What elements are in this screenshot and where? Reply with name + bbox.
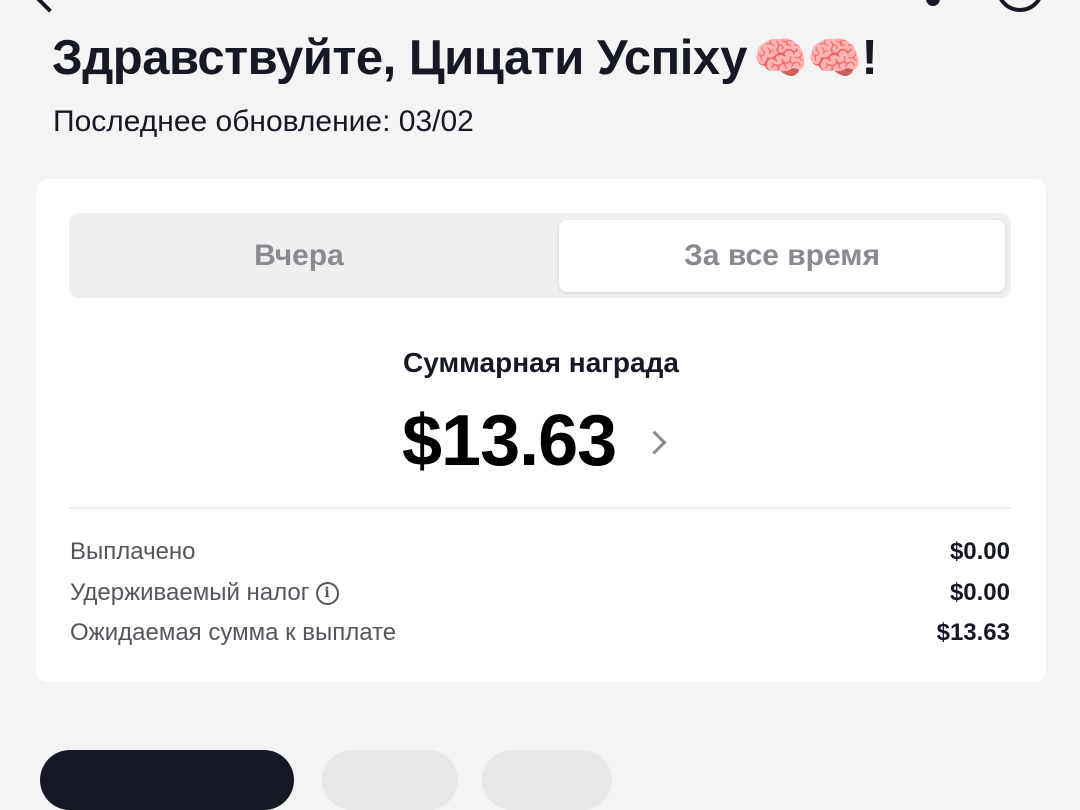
total-reward-link[interactable]: $13.63 bbox=[402, 399, 667, 483]
expected-value: $13.63 bbox=[936, 619, 1010, 646]
paid-label: Выплачено bbox=[70, 538, 196, 565]
greeting-title: Здравствуйте, Цицати Успіху 🧠🧠 ! bbox=[52, 30, 878, 86]
tab-all-time[interactable]: За все время bbox=[559, 220, 1005, 292]
tax-label-wrap: Удерживаемый налог i bbox=[70, 579, 339, 607]
greeting-text: Здравствуйте, Цицати Успіху bbox=[52, 31, 747, 85]
filter-pill-1[interactable] bbox=[40, 750, 294, 810]
last-update-text: Последнее обновление: 03/02 bbox=[53, 105, 474, 138]
breakdown-row-paid: Выплачено $0.00 bbox=[70, 535, 1010, 569]
period-segmented-control: Вчера За все время bbox=[69, 213, 1011, 298]
breakdown-row-expected: Ожидаемая сумма к выплате $13.63 bbox=[70, 616, 1010, 650]
tax-value: $0.00 bbox=[949, 579, 1010, 606]
back-icon[interactable] bbox=[33, 0, 65, 13]
filter-pill-3[interactable] bbox=[482, 750, 612, 810]
info-icon[interactable]: i bbox=[315, 581, 339, 605]
breakdown-row-tax: Удерживаемый налог i $0.00 bbox=[70, 576, 1010, 610]
brain-emoji-icon: 🧠🧠 bbox=[752, 34, 862, 83]
tax-label: Удерживаемый налог bbox=[70, 579, 310, 606]
total-reward-amount: $13.63 bbox=[402, 401, 617, 481]
greeting-suffix: ! bbox=[861, 31, 878, 85]
filter-pill-2[interactable] bbox=[322, 750, 458, 810]
notification-icon[interactable] bbox=[926, 0, 940, 6]
tab-yesterday[interactable]: Вчера bbox=[75, 220, 523, 292]
divider bbox=[69, 507, 1011, 509]
chevron-right-icon bbox=[642, 429, 667, 455]
rewards-card: Вчера За все время Суммарная награда $13… bbox=[36, 179, 1046, 682]
total-reward-label: Суммарная награда bbox=[403, 347, 679, 378]
expected-label: Ожидаемая сумма к выплате bbox=[70, 619, 397, 646]
help-icon[interactable] bbox=[996, 0, 1044, 12]
paid-value: $0.00 bbox=[949, 538, 1010, 565]
